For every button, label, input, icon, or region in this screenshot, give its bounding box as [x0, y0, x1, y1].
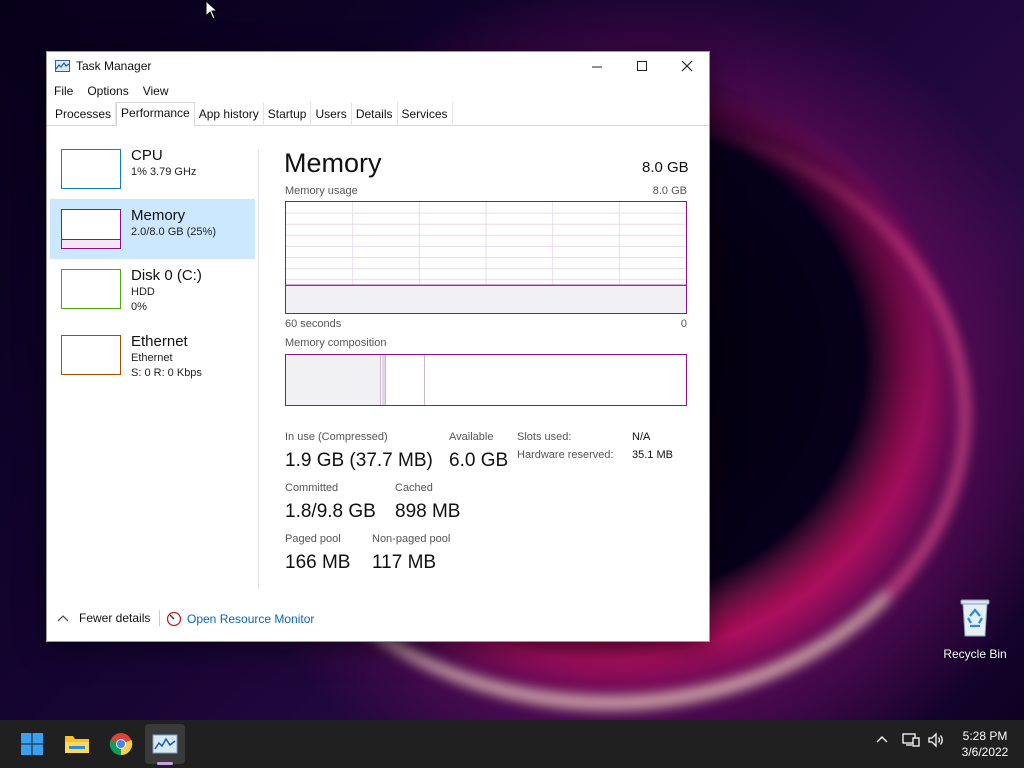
active-app-indicator — [157, 762, 173, 765]
non-paged-pool-label: Non-paged pool — [372, 533, 451, 545]
maximize-button[interactable] — [619, 52, 665, 80]
start-button[interactable] — [12, 724, 52, 764]
tab-performance[interactable]: Performance — [116, 102, 195, 127]
composition-in-use — [286, 355, 381, 405]
sidebar-item-memory[interactable]: Memory 2.0/8.0 GB (25%) — [50, 199, 255, 259]
slots-used-value: N/A — [632, 431, 651, 443]
hardware-reserved-value: 35.1 MB — [632, 449, 673, 461]
sidebar-divider — [258, 149, 259, 589]
menu-options[interactable]: Options — [87, 84, 128, 98]
composition-standby — [387, 355, 425, 405]
available-label: Available — [449, 431, 494, 443]
menu-view[interactable]: View — [143, 84, 169, 98]
recycle-bin-icon — [960, 599, 990, 637]
in-use-label: In use (Compressed) — [285, 431, 388, 443]
network-icon — [902, 733, 920, 747]
show-hidden-icons-button[interactable] — [875, 732, 889, 749]
start-icon — [21, 733, 43, 755]
hardware-reserved-label: Hardware reserved: — [517, 449, 614, 461]
in-use-value: 1.9 GB (37.7 MB) — [285, 450, 433, 471]
sidebar-item-detail: 2.0/8.0 GB (25%) — [131, 226, 216, 238]
composition-modified — [382, 355, 386, 405]
recycle-bin-label: Recycle Bin — [943, 647, 1007, 661]
sidebar-item-label: Ethernet — [131, 333, 188, 350]
tab-startup[interactable]: Startup — [264, 102, 312, 126]
resource-monitor-icon — [166, 611, 182, 627]
cached-label: Cached — [395, 482, 433, 494]
footer-separator — [159, 610, 160, 626]
window-title: Task Manager — [76, 59, 152, 73]
sidebar-item-ethernet[interactable]: Ethernet Ethernet S: 0 R: 0 Kbps — [50, 325, 255, 385]
memory-total: 8.0 GB — [642, 159, 689, 176]
memory-usage-max: 8.0 GB — [652, 185, 687, 197]
sidebar-item-label: Disk 0 (C:) — [131, 267, 202, 284]
task-manager-window: Task Manager File Options View Processes… — [46, 51, 710, 642]
chevron-up-icon — [57, 615, 69, 622]
chrome-button[interactable] — [101, 724, 141, 764]
slots-used-label: Slots used: — [517, 431, 572, 443]
memory-usage-grid — [286, 202, 686, 313]
open-resource-monitor-label: Open Resource Monitor — [187, 612, 315, 626]
committed-label: Committed — [285, 482, 339, 494]
tab-processes[interactable]: Processes — [51, 102, 117, 126]
close-button[interactable] — [664, 52, 710, 80]
memory-composition-bar — [285, 354, 687, 406]
memory-usage-graph — [285, 201, 687, 314]
memory-thumbnail-graph — [61, 209, 121, 249]
tab-users[interactable]: Users — [311, 102, 352, 126]
clock-date: 3/6/2022 — [961, 745, 1009, 759]
time-axis-right: 0 — [680, 318, 687, 330]
paged-pool-label: Paged pool — [285, 533, 341, 545]
open-resource-monitor-link[interactable]: Open Resource Monitor — [166, 611, 314, 627]
sidebar-item-label: CPU — [131, 147, 163, 164]
page-title: Memory — [284, 148, 382, 178]
sidebar-item-detail: Ethernet — [131, 352, 173, 364]
tab-details[interactable]: Details — [352, 102, 398, 126]
title-bar[interactable]: Task Manager — [47, 52, 709, 80]
memory-composition-label: Memory composition — [285, 337, 387, 349]
committed-value: 1.8/9.8 GB — [285, 501, 376, 522]
task-manager-icon — [152, 734, 178, 754]
taskbar: 5:28 PM 3/6/2022 — [0, 720, 1024, 768]
non-paged-pool-value: 117 MB — [372, 552, 437, 573]
paged-pool-value: 166 MB — [285, 552, 351, 573]
chrome-icon — [109, 733, 133, 756]
sidebar-item-label: Memory — [131, 207, 186, 224]
memory-usage-fill — [286, 285, 686, 313]
task-manager-taskbar-button[interactable] — [145, 724, 185, 764]
disk-thumbnail-graph — [61, 269, 121, 309]
sidebar-item-cpu[interactable]: CPU 1% 3.79 GHz — [50, 139, 255, 199]
sidebar-item-detail-2: 0% — [131, 301, 147, 313]
fewer-details-button[interactable]: Fewer details — [57, 611, 150, 625]
tab-services[interactable]: Services — [398, 102, 453, 126]
task-manager-app-icon — [55, 60, 70, 72]
menu-file[interactable]: File — [54, 84, 73, 98]
mouse-cursor-icon — [205, 0, 219, 20]
recycle-bin-desktop-icon[interactable]: Recycle Bin — [940, 596, 1010, 661]
taskbar-clock[interactable]: 5:28 PM 3/6/2022 — [955, 728, 1015, 760]
fewer-details-label: Fewer details — [79, 611, 151, 625]
clock-time: 5:28 PM — [962, 729, 1008, 743]
time-axis-left: 60 seconds — [285, 318, 342, 330]
minimize-button[interactable] — [574, 52, 620, 80]
available-value: 6.0 GB — [449, 450, 509, 471]
file-explorer-button[interactable] — [57, 724, 97, 764]
chevron-up-icon — [876, 736, 888, 743]
sidebar-item-detail: HDD — [131, 286, 155, 298]
memory-usage-label: Memory usage — [285, 185, 358, 197]
volume-button[interactable] — [927, 732, 945, 751]
tab-app-history[interactable]: App history — [195, 102, 264, 126]
sidebar-item-detail-2: S: 0 R: 0 Kbps — [131, 367, 202, 379]
cpu-thumbnail-graph — [61, 149, 121, 189]
cached-value: 898 MB — [395, 501, 461, 522]
speaker-icon — [928, 732, 943, 748]
ethernet-thumbnail-graph — [61, 335, 121, 375]
menu-bar: File Options View — [47, 80, 709, 102]
network-button[interactable] — [902, 732, 920, 751]
file-explorer-icon — [65, 736, 89, 753]
tab-bar: Processes Performance App history Startu… — [47, 102, 709, 127]
sidebar-item-disk[interactable]: Disk 0 (C:) HDD 0% — [50, 259, 255, 319]
sidebar-item-detail: 1% 3.79 GHz — [131, 166, 197, 178]
